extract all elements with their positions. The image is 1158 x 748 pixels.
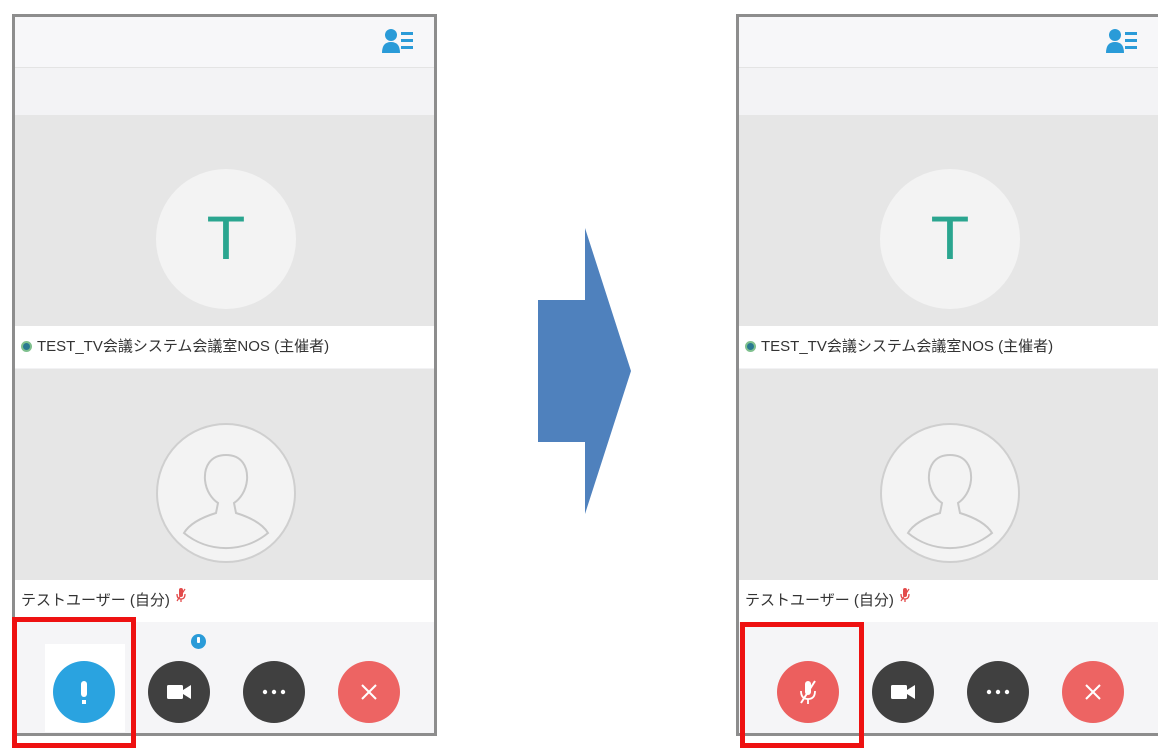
participant-tile-host: T: [739, 115, 1158, 326]
participant-name-self: テストユーザー (自分): [739, 580, 1158, 622]
participant-name-label: テストユーザー (自分): [745, 592, 894, 609]
more-options-icon: [986, 689, 1010, 695]
microphone-muted-icon: [176, 578, 186, 620]
default-avatar-icon: [880, 423, 1020, 563]
avatar: T: [156, 169, 296, 309]
microphone-button[interactable]: [777, 661, 839, 723]
microphone-icon: [81, 681, 87, 704]
transition-arrow-icon: [538, 228, 631, 514]
participant-name-self: テストユーザー (自分): [15, 580, 434, 622]
close-icon: [1085, 684, 1101, 700]
video-camera-button[interactable]: [872, 661, 934, 723]
sub-header: [739, 68, 1158, 115]
participant-tile-self: [739, 369, 1158, 580]
video-camera-button[interactable]: [148, 661, 210, 723]
sub-header: [15, 68, 434, 115]
microphone-muted-icon: [800, 680, 816, 704]
more-options-button[interactable]: [967, 661, 1029, 723]
participant-tile-self: [15, 369, 434, 580]
more-options-button[interactable]: [243, 661, 305, 723]
online-status-icon: [745, 340, 756, 352]
participant-name-label: テストユーザー (自分): [21, 592, 170, 609]
participant-name-label: TEST_TV会議システム会議室NOS (主催者): [37, 338, 330, 355]
close-icon: [361, 684, 377, 700]
notification-badge-icon: [191, 634, 206, 649]
end-call-button[interactable]: [1062, 661, 1124, 723]
top-bar: [15, 17, 434, 68]
microphone-muted-icon: [900, 578, 910, 620]
phone-screen-after: T TEST_TV会議システム会議室NOS (主催者) テストユーザー (自分): [736, 14, 1158, 736]
participant-list-icon[interactable]: [1106, 28, 1138, 54]
video-camera-icon: [167, 685, 191, 699]
more-options-icon: [262, 689, 286, 695]
phone-screen-before: T TEST_TV会議システム会議室NOS (主催者) テストユーザー (自分): [12, 14, 437, 736]
online-status-icon: [21, 340, 32, 352]
participant-name-label: TEST_TV会議システム会議室NOS (主催者): [761, 338, 1054, 355]
avatar-initial: T: [208, 205, 244, 273]
avatar-initial: T: [932, 205, 968, 273]
microphone-button[interactable]: [53, 661, 115, 723]
participant-list-icon[interactable]: [382, 28, 414, 54]
participant-tile-host: T: [15, 115, 434, 326]
default-avatar-icon: [156, 423, 296, 563]
call-controls: [739, 622, 1158, 733]
call-controls: [15, 622, 434, 733]
video-camera-icon: [891, 685, 915, 699]
end-call-button[interactable]: [338, 661, 400, 723]
avatar: T: [880, 169, 1020, 309]
participant-name-host: TEST_TV会議システム会議室NOS (主催者): [15, 326, 434, 368]
participant-name-host: TEST_TV会議システム会議室NOS (主催者): [739, 326, 1158, 368]
top-bar: [739, 17, 1158, 68]
